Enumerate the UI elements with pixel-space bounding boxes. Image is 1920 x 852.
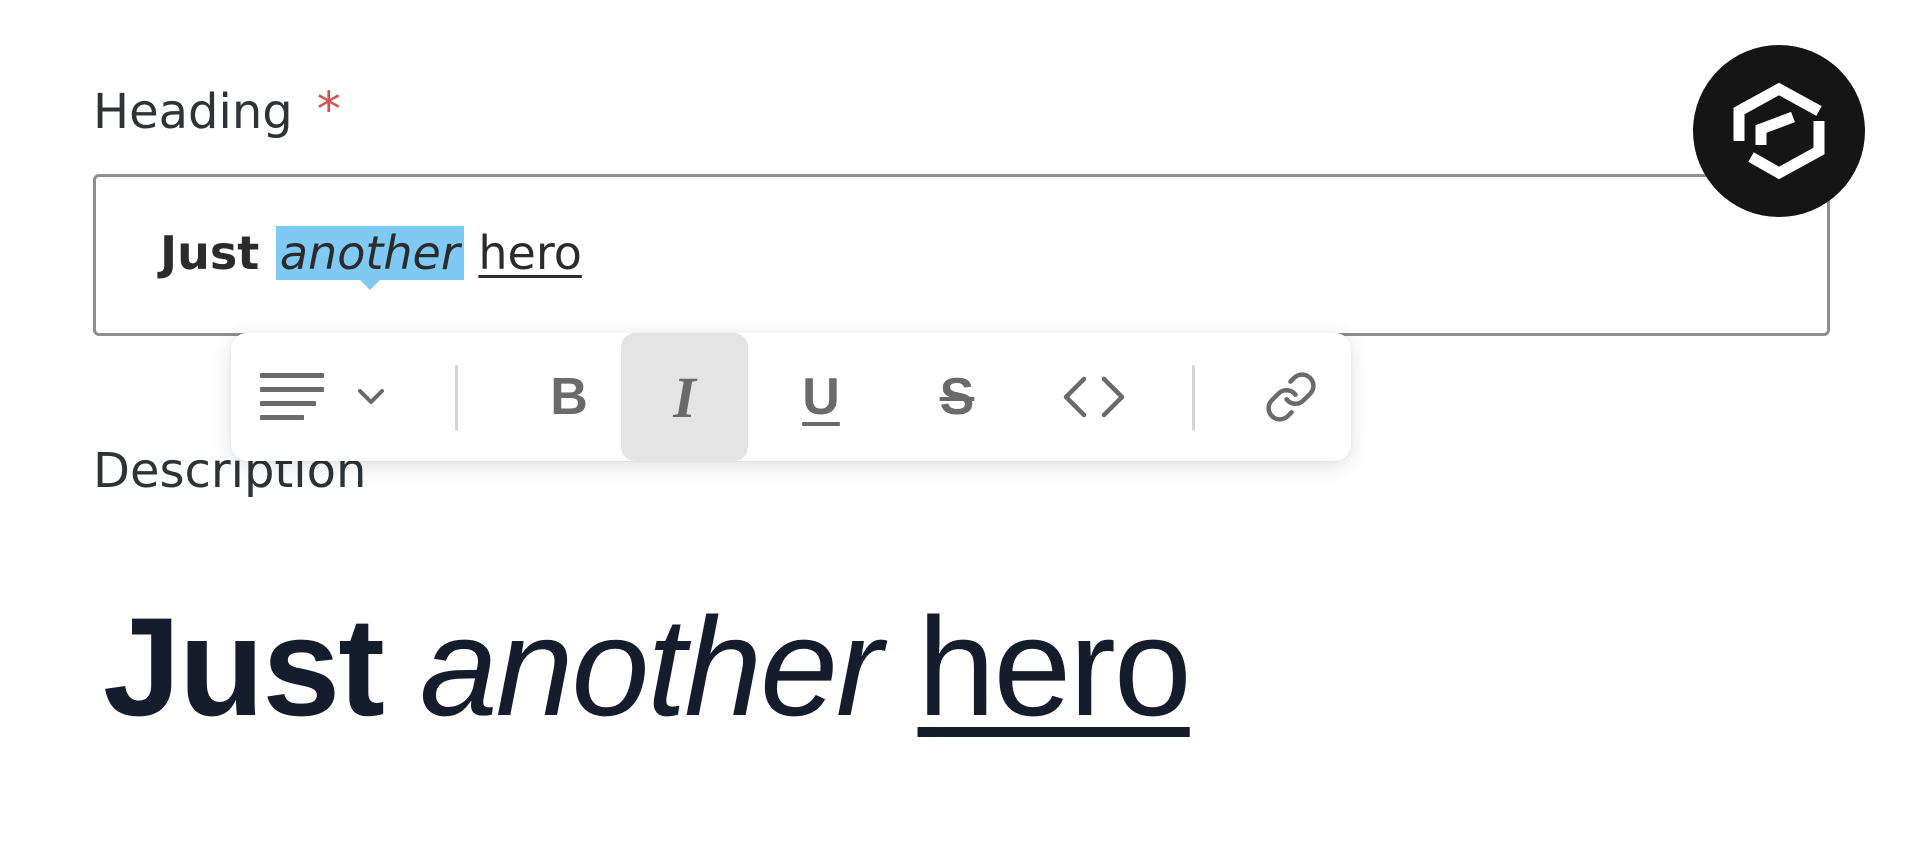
bold-button[interactable]: B — [506, 333, 632, 461]
link-button[interactable] — [1241, 333, 1341, 461]
code-brackets-icon — [1063, 376, 1125, 418]
logo-badge[interactable] — [1693, 45, 1865, 217]
heading-input[interactable]: Just another hero — [93, 174, 1830, 336]
heading-word-selected: another — [275, 226, 464, 290]
strikethrough-icon: S — [939, 368, 975, 426]
italic-button[interactable]: I — [621, 333, 748, 461]
underline-button[interactable]: U — [758, 333, 884, 461]
brand-logo-icon — [1733, 82, 1825, 180]
bold-icon: B — [550, 368, 588, 426]
preview-word-underlined: hero — [917, 588, 1192, 745]
preview-word-bold: Just — [103, 588, 385, 745]
selection-pointer — [359, 280, 380, 290]
chevron-down-icon — [358, 389, 384, 404]
heading-label: Heading * — [93, 78, 341, 146]
toolbar-divider — [455, 365, 458, 431]
heading-label-text: Heading — [93, 84, 293, 140]
link-icon — [1266, 372, 1316, 422]
heading-word-italic: another — [279, 226, 460, 280]
heading-preview: Just another hero — [103, 582, 1192, 752]
formatting-toolbar: B I U S — [231, 333, 1351, 461]
code-button[interactable] — [1031, 333, 1157, 461]
toolbar-divider — [1192, 365, 1195, 431]
align-left-icon — [260, 373, 324, 420]
underline-icon: U — [802, 368, 840, 426]
strikethrough-button[interactable]: S — [894, 333, 1020, 461]
align-dropdown-button[interactable] — [253, 333, 393, 461]
heading-word-underlined: hero — [478, 226, 582, 280]
heading-word-bold: Just — [160, 226, 260, 280]
italic-icon: I — [673, 364, 696, 430]
preview-word-italic: another — [419, 588, 883, 745]
required-asterisk: * — [316, 82, 341, 138]
heading-input-content[interactable]: Just another hero — [160, 210, 582, 296]
